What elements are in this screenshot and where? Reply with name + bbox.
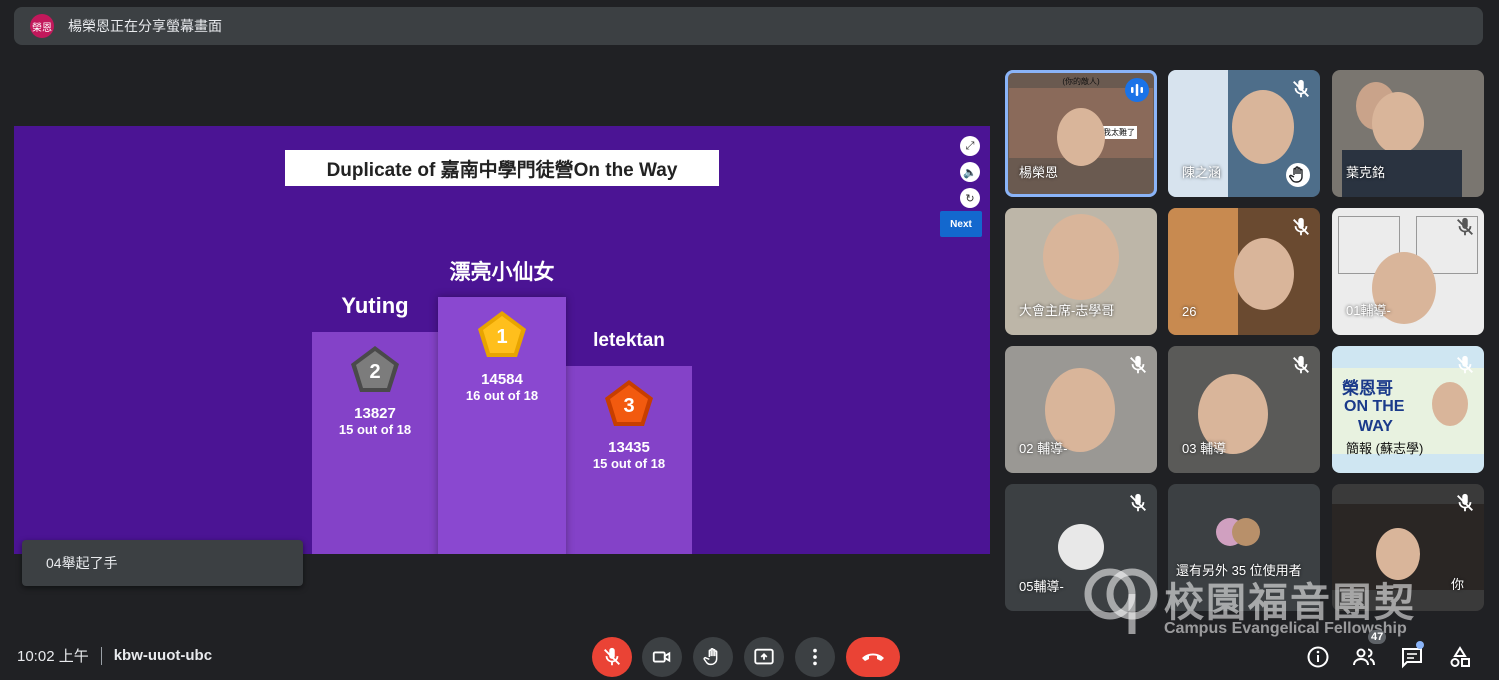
mic-off-icon — [1130, 493, 1146, 512]
first-place-name: 漂亮小仙女 — [449, 261, 555, 284]
participant-name: 楊榮恩 — [1019, 165, 1059, 180]
microphone-toggle-button[interactable] — [592, 637, 632, 677]
present-screen-button[interactable] — [744, 637, 784, 677]
second-place-podium: 2 13827 15 out of 18 — [312, 332, 438, 554]
first-place-detail: 16 out of 18 — [465, 388, 539, 403]
hand-raised-toast: 04舉起了手 — [22, 540, 303, 586]
first-place-score: 14584 — [481, 371, 523, 388]
replay-icon[interactable]: ↻ — [960, 188, 980, 208]
divider — [100, 646, 102, 665]
third-place-name: letektan — [593, 330, 665, 351]
cef-logo-icon — [1084, 568, 1158, 634]
participant-tile[interactable]: 葉克銘 — [1332, 70, 1484, 197]
shared-screen: Duplicate of 嘉南中學門徒營On the Way ⤢ 🔈 ↻ Nex… — [14, 126, 990, 554]
slide-thumb-line: WAY — [1358, 418, 1393, 435]
tile-overlay-text: 我太難了 — [1101, 126, 1137, 139]
next-button[interactable]: Next — [940, 211, 982, 237]
participant-face — [1232, 90, 1294, 164]
screen-share-text: 楊榮恩正在分享螢幕畫面 — [68, 18, 222, 34]
more-vert-icon — [813, 648, 817, 666]
end-call-icon — [862, 653, 884, 661]
mic-off-icon — [1457, 355, 1473, 374]
participant-name: 26 — [1182, 304, 1197, 319]
third-place-medal-icon: 3 — [605, 380, 653, 426]
slide-title: Duplicate of 嘉南中學門徒營On the Way — [285, 150, 719, 186]
participant-face — [1372, 92, 1424, 154]
meeting-info: 10:02 上午 kbw-uuot-ubc — [17, 645, 212, 666]
third-place-podium: 3 13435 15 out of 18 — [566, 366, 692, 554]
meeting-info-icon[interactable] — [1306, 645, 1330, 669]
mic-off-icon — [1293, 217, 1309, 236]
participant-name: 01輔導- — [1346, 303, 1391, 318]
avatar — [1232, 518, 1260, 546]
mic-off-icon — [1457, 493, 1473, 512]
meeting-code: kbw-uuot-ubc — [113, 647, 213, 664]
present-icon — [754, 648, 774, 665]
activities-icon[interactable] — [1448, 645, 1472, 669]
raised-hand-icon — [1286, 163, 1310, 187]
mic-off-icon — [1130, 355, 1146, 374]
svg-text:2: 2 — [369, 361, 380, 383]
participant-tile[interactable]: 02 輔導- — [1005, 346, 1157, 473]
svg-text:1: 1 — [496, 326, 507, 348]
hand-icon — [703, 648, 718, 666]
volume-icon[interactable]: 🔈 — [960, 162, 980, 182]
leave-call-button[interactable] — [846, 637, 900, 677]
participant-tile[interactable]: (你的敵人) 我太難了 楊榮恩 — [1005, 70, 1157, 197]
people-icon[interactable] — [1352, 645, 1376, 669]
first-place-medal-icon: 1 — [478, 311, 526, 357]
participant-face — [1432, 382, 1468, 426]
raise-hand-button[interactable] — [693, 637, 733, 677]
camera-toggle-button[interactable] — [642, 637, 682, 677]
participant-tile[interactable]: 陳之涵 — [1168, 70, 1320, 197]
second-place-detail: 15 out of 18 — [338, 422, 412, 437]
participant-name: 葉克銘 — [1346, 165, 1386, 180]
people-count-badge: 47 — [1368, 630, 1387, 644]
participant-tile[interactable]: 01輔導- — [1332, 208, 1484, 335]
participant-name: 05輔導- — [1019, 579, 1064, 594]
mic-off-icon — [604, 647, 620, 666]
slide-thumb-line: ON THE — [1344, 398, 1405, 415]
participant-name: 03 輔導 — [1182, 441, 1227, 456]
mic-off-icon — [1293, 355, 1309, 374]
mic-off-icon — [1293, 79, 1309, 98]
screen-share-banner: 榮恩 楊榮恩正在分享螢幕畫面 — [14, 7, 1483, 45]
mic-off-icon — [1457, 217, 1473, 236]
camera-icon — [652, 651, 671, 663]
more-options-button[interactable] — [795, 637, 835, 677]
hand-raised-text: 04舉起了手 — [46, 555, 118, 571]
participant-face — [1043, 214, 1119, 300]
participant-tile[interactable]: 榮恩哥 ON THE WAY 簡報 (蘇志學) — [1332, 346, 1484, 473]
participant-tile[interactable]: 26 — [1168, 208, 1320, 335]
participant-name: 02 輔導- — [1019, 441, 1068, 456]
speaking-indicator-icon — [1125, 78, 1149, 102]
participant-tile[interactable]: 03 輔導 — [1168, 346, 1320, 473]
svg-text:3: 3 — [623, 395, 634, 417]
presenter-avatar: 榮恩 — [30, 14, 54, 38]
fullscreen-icon[interactable]: ⤢ — [960, 136, 980, 156]
slide-thumb-line: 榮恩哥 — [1342, 379, 1393, 398]
third-place-detail: 15 out of 18 — [592, 456, 666, 471]
third-place-score: 13435 — [608, 439, 650, 456]
participant-name: 你 — [1450, 577, 1464, 592]
participant-tile[interactable]: 大會主席-志學哥 — [1005, 208, 1157, 335]
second-place-score: 13827 — [354, 405, 396, 422]
second-place-name: Yuting — [341, 293, 409, 318]
meeting-time: 10:02 上午 — [17, 648, 89, 665]
participant-face — [1234, 238, 1294, 310]
participant-name: 簡報 (蘇志學) — [1346, 441, 1424, 456]
participant-face — [1057, 108, 1105, 166]
participant-name: 陳之涵 — [1182, 165, 1222, 180]
first-place-podium: 1 14584 16 out of 18 — [438, 297, 566, 554]
chat-notification-dot — [1416, 641, 1424, 649]
participant-name: 大會主席-志學哥 — [1019, 303, 1115, 318]
second-place-medal-icon: 2 — [351, 346, 399, 392]
